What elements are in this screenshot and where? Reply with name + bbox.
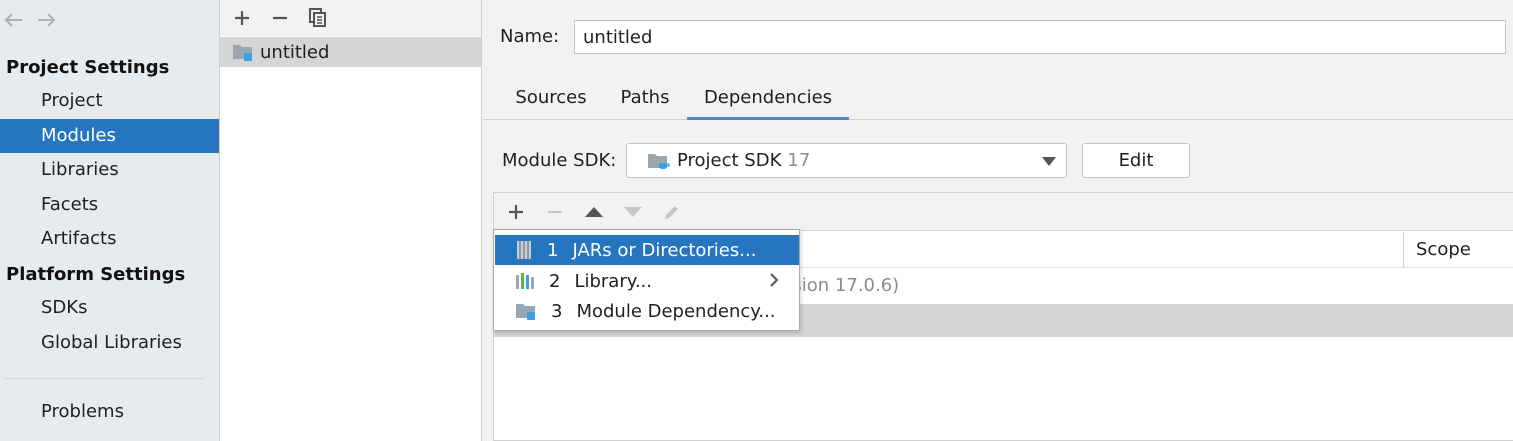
module-folder-icon xyxy=(515,301,537,321)
module-sdk-value: Project SDK xyxy=(677,150,782,171)
tab-sources[interactable]: Sources xyxy=(503,80,599,120)
module-name: untitled xyxy=(260,41,330,63)
back-arrow-icon[interactable] xyxy=(2,8,26,32)
pencil-icon[interactable] xyxy=(660,200,684,224)
name-label: Name: xyxy=(500,26,560,47)
sidebar-item-facets[interactable]: Facets xyxy=(0,188,219,222)
tab-dependencies[interactable]: Dependencies xyxy=(687,80,849,120)
sidebar-item-sdks[interactable]: SDKs xyxy=(0,291,219,325)
sidebar-item-problems[interactable]: Problems xyxy=(0,395,219,429)
jar-directory-icon xyxy=(515,239,533,261)
project-settings-header: Project Settings xyxy=(6,57,170,78)
module-settings-pane: Name: Sources Paths Dependencies Module … xyxy=(483,0,1513,441)
tab-paths[interactable]: Paths xyxy=(611,80,679,120)
forward-arrow-icon[interactable] xyxy=(34,8,58,32)
sidebar-divider xyxy=(4,378,204,379)
move-down-icon[interactable] xyxy=(621,200,645,224)
module-tabs: Sources Paths Dependencies xyxy=(483,80,1513,120)
menu-item-label: JARs or Directories... xyxy=(572,239,757,261)
minus-icon[interactable] xyxy=(543,200,567,224)
sidebar-item-global-libraries[interactable]: Global Libraries xyxy=(0,326,219,360)
sidebar-item-artifacts[interactable]: Artifacts xyxy=(0,222,219,256)
menu-item-label: Library... xyxy=(574,270,652,292)
platform-settings-header: Platform Settings xyxy=(6,264,186,285)
library-icon xyxy=(515,271,535,291)
module-name-input[interactable] xyxy=(574,20,1506,54)
chevron-down-icon xyxy=(1042,157,1056,166)
settings-sidebar: Project Settings Project Modules Librari… xyxy=(0,0,220,441)
plus-icon[interactable] xyxy=(504,200,528,224)
copy-icon[interactable] xyxy=(306,6,330,30)
menu-item-number: 2 xyxy=(549,270,561,292)
sidebar-item-project[interactable]: Project xyxy=(0,84,219,118)
menu-item-number: 3 xyxy=(551,300,563,322)
module-sdk-version: 17 xyxy=(787,150,811,171)
module-sdk-label: Module SDK: xyxy=(502,150,617,171)
move-up-icon[interactable] xyxy=(582,200,606,224)
sidebar-item-modules[interactable]: Modules xyxy=(0,119,219,153)
chevron-right-icon xyxy=(769,269,779,293)
plus-icon[interactable] xyxy=(230,6,254,30)
add-dependency-popup: 1 JARs or Directories... 2 Library... 3 … xyxy=(493,229,800,331)
edit-sdk-button[interactable]: Edit xyxy=(1082,143,1190,178)
minus-icon[interactable] xyxy=(268,6,292,30)
nav-arrows xyxy=(2,8,58,32)
menu-item-label: Module Dependency... xyxy=(576,300,776,322)
menu-item-library[interactable]: 2 Library... xyxy=(495,266,799,296)
module-sdk-dropdown[interactable]: Project SDK 17 xyxy=(626,143,1067,178)
scope-column-header[interactable]: Scope xyxy=(1403,232,1471,268)
dependencies-toolbar xyxy=(494,193,1513,231)
module-list-item[interactable]: untitled xyxy=(220,37,481,67)
sdk-folder-icon xyxy=(647,151,671,171)
menu-item-jars-directories[interactable]: 1 JARs or Directories... xyxy=(495,235,799,265)
module-folder-icon xyxy=(232,42,254,62)
dependency-label: rsion 17.0.6) xyxy=(785,275,900,296)
menu-item-number: 1 xyxy=(547,239,559,261)
menu-item-module-dependency[interactable]: 3 Module Dependency... xyxy=(495,296,799,326)
sidebar-item-libraries[interactable]: Libraries xyxy=(0,153,219,187)
modules-panel: untitled xyxy=(220,0,482,441)
modules-toolbar xyxy=(220,0,481,36)
